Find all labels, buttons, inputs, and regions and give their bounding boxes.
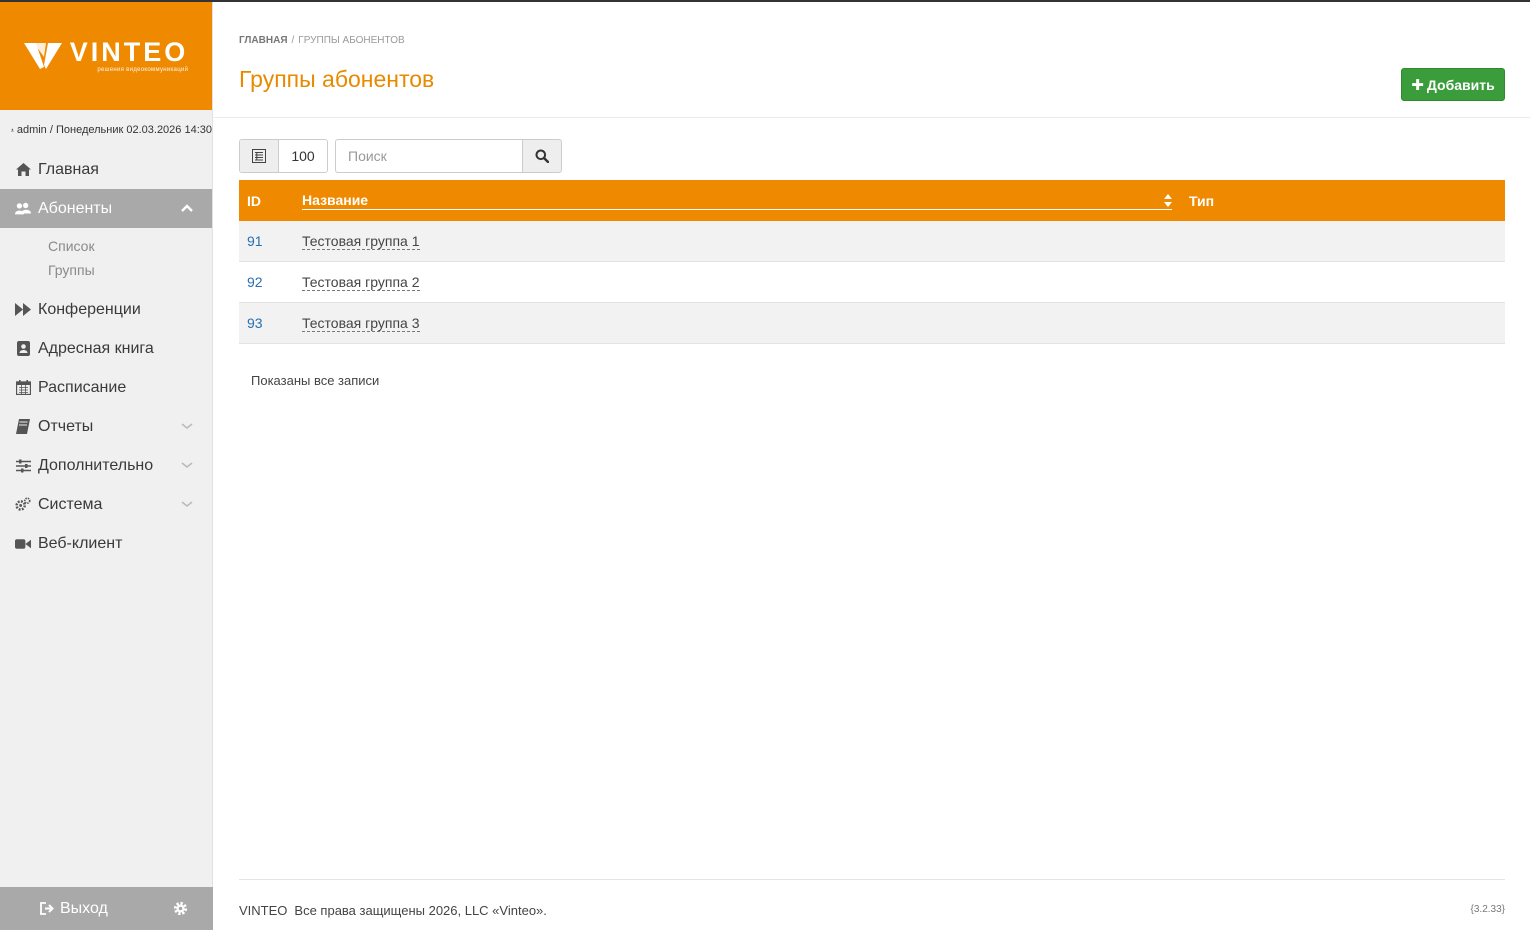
row-id-link[interactable]: 92 [239, 274, 302, 290]
page-size-value[interactable]: 100 [279, 140, 327, 172]
search-group [335, 139, 562, 173]
table-header: ID Название Тип [239, 180, 1505, 221]
sidebar-footer: Выход [0, 887, 213, 930]
page-size-control[interactable]: 100 [239, 139, 328, 173]
search-button[interactable] [522, 139, 562, 173]
sort-icon[interactable] [1164, 194, 1172, 207]
home-icon [15, 162, 31, 178]
sidebar-item-label: Веб-клиент [38, 534, 123, 552]
table-row: 92 Тестовая группа 2 [239, 262, 1505, 303]
sidebar-item-label: Главная [38, 160, 99, 178]
column-header-name-label: Название [302, 192, 1172, 210]
page-title: Группы абонентов [239, 66, 435, 92]
sidebar-item-label: Расписание [38, 378, 127, 396]
sidebar-item-reports[interactable]: Отчеты [0, 407, 212, 446]
main-content: Главная / Группы абонентов Группы абоненто… [213, 2, 1530, 930]
sidebar-subitem-groups[interactable]: Группы [48, 258, 212, 282]
video-camera-icon [15, 536, 31, 552]
sidebar-item-label: Отчеты [38, 417, 94, 435]
sidebar-item-label: Дополнительно [38, 456, 154, 474]
sidebar-item-label: Абоненты [38, 199, 113, 217]
sidebar-item-subscribers[interactable]: Абоненты [0, 189, 212, 228]
sidebar-item-label: Конференции [38, 300, 141, 318]
row-name-cell: Тестовая группа 1 [302, 233, 420, 250]
breadcrumb-separator: / [291, 35, 295, 46]
book-icon [15, 419, 31, 435]
search-icon [535, 149, 549, 163]
breadcrumb-home-link[interactable]: Главная [239, 35, 288, 46]
sidebar-item-conferences[interactable]: Конференции [0, 290, 212, 329]
user-info: admin / Понедельник 02.03.2026 14:30 [0, 110, 212, 150]
subscribers-submenu: Список Группы [0, 228, 212, 290]
user-info-text: admin / Понедельник 02.03.2026 14:30 [16, 124, 212, 136]
sidebar-item-schedule[interactable]: Расписание [0, 368, 212, 407]
sidebar-item-label: Адресная книга [38, 339, 154, 357]
records-info: Показаны все записи [251, 373, 380, 388]
table-toolbar: 100 [239, 139, 562, 173]
footer-brand: VINTEO [239, 903, 288, 918]
sidebar-item-web-client[interactable]: Веб-клиент [0, 524, 212, 563]
sidebar: VINTEO решения видеокоммуникаций admin /… [0, 2, 213, 930]
chevron-down-icon[interactable] [180, 497, 194, 511]
logout-button[interactable]: Выход [40, 900, 108, 918]
cogs-icon [15, 497, 31, 513]
add-button-label: Добавить [1426, 76, 1495, 93]
sidebar-subitem-list[interactable]: Список [48, 234, 212, 258]
sidebar-item-additional[interactable]: Дополнительно [0, 446, 212, 485]
breadcrumb: Главная / Группы абонентов [239, 35, 405, 46]
chevron-down-icon[interactable] [180, 419, 194, 433]
sidebar-item-label: Система [38, 495, 103, 513]
column-header-id[interactable]: ID [239, 193, 302, 209]
column-header-type[interactable]: Тип [1172, 193, 1214, 209]
row-name-link[interactable]: Тестовая группа 2 [302, 274, 420, 291]
search-input[interactable] [335, 139, 522, 173]
vinteo-logo[interactable]: VINTEO решения видеокоммуникаций [23, 37, 189, 73]
footer-copyright: Все права защищены 2026, LLC «Vinteo». [294, 903, 547, 918]
column-header-name[interactable]: Название [302, 180, 1172, 221]
row-name-link[interactable]: Тестовая группа 3 [302, 315, 420, 332]
logout-label: Выход [60, 899, 108, 917]
version-label: {3.2.33} [1470, 904, 1505, 915]
calendar-icon [15, 380, 31, 396]
table-row: 91 Тестовая группа 1 [239, 221, 1505, 262]
fast-forward-icon [15, 302, 31, 318]
list-icon[interactable] [240, 140, 279, 172]
breadcrumb-current: Группы абонентов [298, 35, 405, 46]
vinteo-logo-icon [23, 43, 62, 69]
row-id-link[interactable]: 93 [239, 315, 302, 331]
logo-area[interactable]: VINTEO решения видеокоммуникаций [0, 2, 212, 110]
row-name-cell: Тестовая группа 3 [302, 315, 420, 332]
table-row: 93 Тестовая группа 3 [239, 303, 1505, 344]
users-icon [15, 201, 31, 217]
row-name-cell: Тестовая группа 2 [302, 274, 420, 291]
row-name-link[interactable]: Тестовая группа 1 [302, 233, 420, 250]
sidebar-item-system[interactable]: Система [0, 485, 212, 524]
gear-icon[interactable] [173, 901, 188, 916]
user-icon [11, 128, 14, 132]
row-id-link[interactable]: 91 [239, 233, 302, 249]
address-book-icon [15, 341, 31, 357]
plus-icon: ✚ [1411, 76, 1424, 94]
chevron-up-icon[interactable] [180, 201, 194, 215]
groups-table: ID Название Тип 91 Тестовая группа 1 92 … [239, 180, 1505, 344]
page-footer: VINTEO Все права защищены 2026, LLC «Vint… [239, 903, 547, 918]
chevron-down-icon[interactable] [180, 458, 194, 472]
header-divider [213, 117, 1530, 118]
add-button[interactable]: ✚ Добавить [1401, 68, 1505, 101]
footer-divider [239, 879, 1505, 880]
sign-out-icon [40, 902, 54, 915]
logo-wordmark: VINTEO [69, 37, 189, 67]
sliders-icon [15, 458, 31, 474]
logo-tagline: решения видеокоммуникаций [97, 67, 189, 73]
sidebar-item-address-book[interactable]: Адресная книга [0, 329, 212, 368]
sidebar-item-home[interactable]: Главная [0, 150, 212, 189]
